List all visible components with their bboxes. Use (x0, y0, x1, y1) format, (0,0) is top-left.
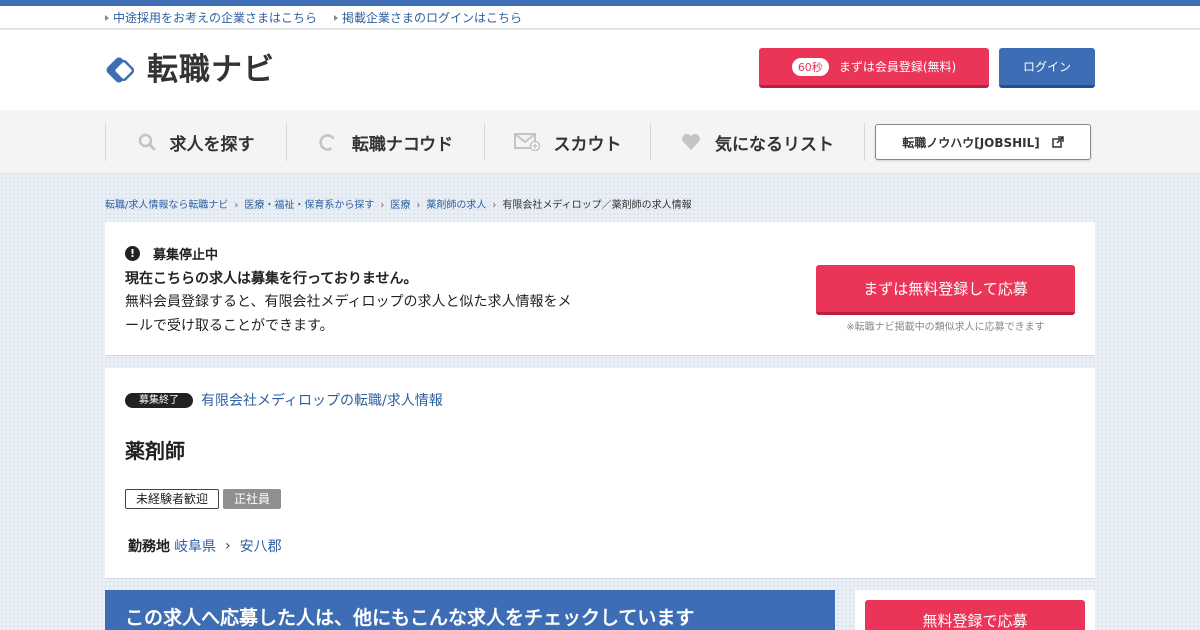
search-icon (138, 133, 156, 151)
notice-title-text: 募集停止中 (153, 248, 219, 263)
register-button-label: まずは会員登録(無料) (838, 60, 957, 74)
side-apply-panel: 無料登録で応募 (855, 590, 1095, 630)
employer-login-link-label: 掲載企業さまのログインはこちら (342, 11, 523, 25)
register-time-badge: 60秒 (791, 57, 829, 76)
work-location-label: 勤務地 (128, 539, 170, 555)
chevron-right-icon: › (234, 200, 239, 211)
company-jobs-link[interactable]: 有限会社メディロップの転職/求人情報 (201, 390, 443, 410)
job-summary-card: 募集終了 有限会社メディロップの転職/求人情報 薬剤師 未経験者歓迎 正社員 勤… (105, 368, 1095, 579)
job-title: 薬剤師 (125, 439, 185, 463)
knowhow-jobshil-button[interactable]: 転職ノウハウ[JOBSHIL] (875, 124, 1091, 160)
utility-bar: 中途採用をお考えの企業さまはこちら 掲載企業さまのログインはこちら (0, 6, 1200, 29)
knowhow-button-label: 転職ノウハウ[JOBSHIL] (902, 135, 1040, 150)
notice-lead: 現在こちらの求人は募集を行っておりません。 (125, 271, 418, 287)
chevron-right-icon: › (380, 200, 385, 211)
triangle-right-icon (105, 15, 109, 21)
side-register-apply-label: 無料登録で応募 (922, 612, 1028, 630)
nav-item-label: 転職ナコウド (351, 134, 454, 155)
apply-note: ※転職ナビ掲載中の類似求人に応募できます (846, 322, 1045, 333)
breadcrumb-link-medical-category[interactable]: 医療・福祉・保育系から探す (244, 200, 374, 211)
employer-recruiting-link[interactable]: 中途採用をお考えの企業さまはこちら (105, 9, 317, 26)
nav-item-scout[interactable]: スカウト (485, 123, 650, 161)
nav-item-label: スカウト (553, 134, 622, 155)
chevron-right-icon: › (492, 200, 497, 211)
heart-icon (681, 133, 701, 151)
work-location: 勤務地 岐阜県 › 安八郡 (128, 536, 282, 556)
nav-divider (864, 123, 865, 161)
logo-mark-icon (105, 53, 139, 87)
breadcrumb-current: 有限会社メディロップ／薬剤師の求人情報 (502, 200, 692, 211)
recruitment-stopped-notice: ! 募集停止中 現在こちらの求人は募集を行っておりません。 無料会員登録すると、… (105, 222, 1095, 356)
breadcrumb-link-home[interactable]: 転職/求人情報なら転職ナビ (105, 200, 228, 211)
logo-text: 転職ナビ (147, 52, 275, 88)
exclamation-icon: ! (125, 246, 140, 261)
register-and-apply-button[interactable]: まずは無料登録して応募 (816, 265, 1075, 315)
external-link-icon (1052, 136, 1064, 148)
login-button[interactable]: ログイン (999, 48, 1095, 88)
register-button[interactable]: 60秒 まずは会員登録(無料) (759, 48, 989, 88)
nakoudo-icon (318, 132, 338, 152)
notice-description: 無料会員登録すると、有限会社メディロップの求人と似た求人情報をメールで受け取るこ… (125, 294, 572, 334)
tag-inexperienced-welcome: 未経験者歓迎 (125, 489, 220, 509)
notice-title: ! 募集停止中 (125, 244, 218, 263)
site-header: 転職ナビ 60秒 まずは会員登録(無料) ログイン (0, 30, 1200, 110)
triangle-right-icon (334, 15, 338, 21)
location-link-district[interactable]: 安八郡 (240, 536, 282, 556)
nav-item-label: 求人を探す (169, 134, 255, 155)
global-nav: 求人を探す 転職ナコウド スカウト 気になるリスト 転職ノウハウ[JOBSHIL… (0, 110, 1200, 174)
nav-item-label: 気になるリスト (715, 134, 834, 155)
nav-item-favorites[interactable]: 気になるリスト (651, 123, 864, 161)
employer-recruiting-link-label: 中途採用をお考えの企業さまはこちら (113, 11, 318, 25)
breadcrumb-link-medical[interactable]: 医療 (390, 200, 410, 211)
side-register-apply-button[interactable]: 無料登録で応募 (865, 600, 1085, 630)
chevron-right-icon: › (225, 538, 231, 554)
status-badge: 募集終了 (125, 393, 193, 408)
chevron-right-icon: › (416, 200, 421, 211)
nav-item-job-search[interactable]: 求人を探す (106, 123, 286, 161)
tag-full-time: 正社員 (223, 489, 282, 509)
login-button-label: ログイン (1022, 60, 1071, 74)
register-and-apply-label: まずは無料登録して応募 (863, 280, 1028, 298)
related-jobs-heading: この求人へ応募した人は、他にもこんな求人をチェックしています (105, 590, 835, 630)
nav-item-nakoudo[interactable]: 転職ナコウド (287, 123, 484, 161)
location-link-prefecture[interactable]: 岐阜県 (174, 536, 216, 556)
breadcrumb: 転職/求人情報なら転職ナビ › 医療・福祉・保育系から探す › 医療 › 薬剤師の求人 › 有限… (105, 196, 692, 211)
employer-login-link[interactable]: 掲載企業さまのログインはこちら (334, 9, 522, 26)
scout-mail-icon (513, 133, 540, 151)
related-jobs-heading-text: この求人へ応募した人は、他にもこんな求人をチェックしています (125, 607, 695, 629)
logo[interactable]: 転職ナビ (105, 52, 275, 88)
breadcrumb-link-pharmacist[interactable]: 薬剤師の求人 (426, 200, 486, 211)
